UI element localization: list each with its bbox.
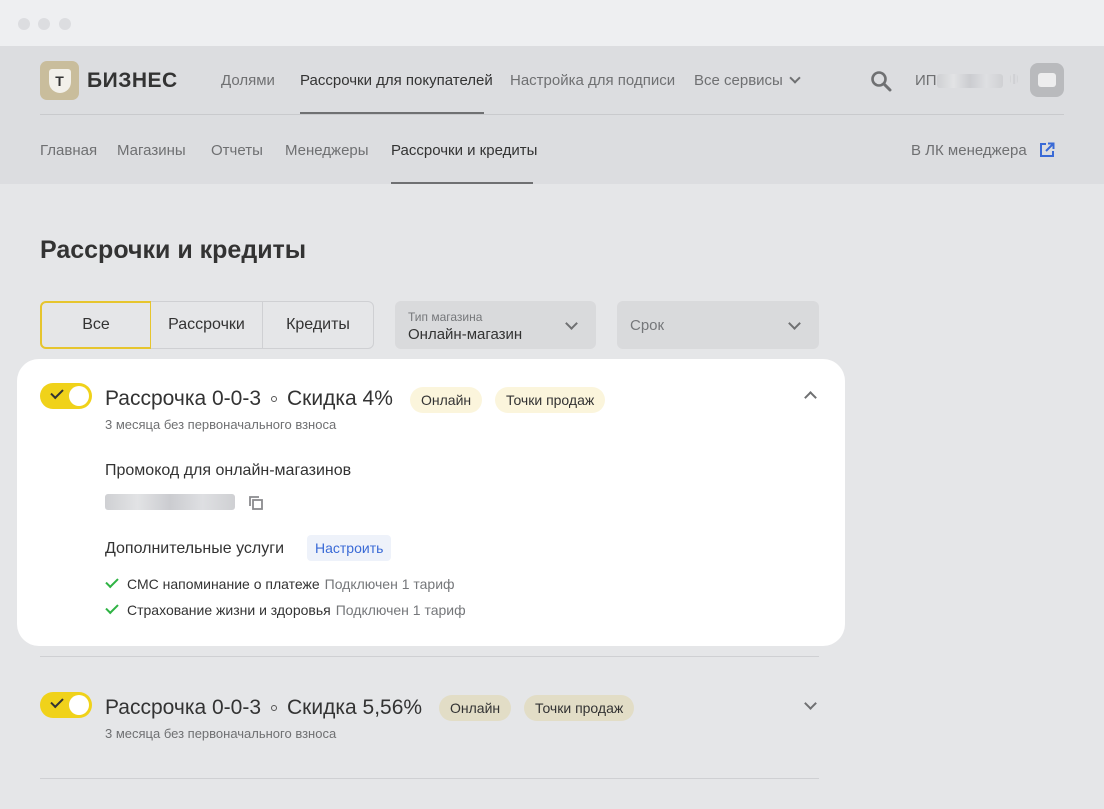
chevron-down-icon (565, 317, 578, 330)
page-title: Рассрочки и кредиты (40, 236, 307, 264)
top-nav-all-services-label: Все сервисы (694, 72, 783, 89)
sub-nav-installments-credits[interactable]: Рассрочки и кредиты (391, 142, 537, 159)
offer-discount: Скидка 4% (287, 387, 393, 410)
segment-all[interactable]: Все (40, 301, 152, 349)
sub-nav-reports[interactable]: Отчеты (211, 142, 263, 159)
toggle-knob (69, 695, 89, 715)
offer-subtitle: 3 месяца без первоначального взноса (105, 417, 337, 432)
check-icon (105, 574, 119, 588)
window-minimize-control[interactable] (38, 18, 50, 30)
window-maximize-control[interactable] (59, 18, 71, 30)
service-status: Подключен 1 тариф (335, 602, 466, 618)
window-close-control[interactable] (18, 18, 30, 30)
store-type-value: Онлайн-магазин (408, 326, 523, 343)
offer-discount: Скидка 5,56% (287, 696, 423, 719)
sub-nav-active-indicator (391, 182, 533, 184)
service-name: СМС напоминание о платеже (127, 576, 320, 592)
search-icon[interactable] (870, 70, 892, 92)
tag-points-of-sale: Точки продаж (524, 695, 635, 721)
promo-code-redacted (105, 494, 235, 510)
promo-heading: Промокод для онлайн-магазинов (105, 462, 352, 479)
chevron-down-icon (789, 72, 801, 84)
tag-online: Онлайн (439, 695, 512, 721)
top-nav-all-services[interactable]: Все сервисы (694, 72, 801, 89)
offer-toggle[interactable] (40, 383, 92, 409)
sub-nav-managers[interactable]: Менеджеры (285, 142, 369, 159)
chevron-down-icon (788, 317, 801, 330)
external-link-icon[interactable] (1039, 142, 1055, 158)
top-nav-signature-setup[interactable]: Настройка для подписи (510, 72, 675, 89)
store-type-select[interactable]: Тип магазина Онлайн-магазин (395, 301, 596, 349)
term-select[interactable]: Срок (617, 301, 819, 349)
offer-title: Рассрочка 0-0-3 Скидка 5,56% (105, 696, 422, 720)
copy-icon[interactable] (249, 496, 263, 510)
service-name: Страхование жизни и здоровья (127, 602, 331, 618)
offer-toggle[interactable] (40, 692, 92, 718)
configure-button[interactable]: Настроить (307, 535, 392, 561)
brand-logo[interactable]: Т БИЗНЕС (40, 61, 178, 100)
window-titlebar (0, 0, 1104, 46)
logo-letter: Т (48, 68, 71, 93)
offer-subtitle: 3 месяца без первоначального взноса (105, 726, 337, 741)
offer-divider (40, 778, 819, 779)
site-header: Т БИЗНЕС Долями Рассрочки для покупателе… (0, 46, 1104, 184)
check-icon (105, 600, 119, 614)
service-status: Подключен 1 тариф (324, 576, 455, 592)
brand-name: БИЗНЕС (87, 68, 178, 92)
offer-name: Рассрочка 0-0-3 (105, 696, 262, 719)
tag-online: Онлайн (410, 387, 483, 413)
tag-points-of-sale: Точки продаж (495, 387, 606, 413)
check-icon (50, 385, 64, 400)
term-placeholder: Срок (630, 317, 665, 334)
sub-nav-home[interactable]: Главная (40, 142, 97, 159)
avatar[interactable] (1030, 63, 1064, 97)
sub-nav-stores[interactable]: Магазины (117, 142, 186, 159)
service-item: СМС напоминание о платеже Подключен 1 та… (105, 574, 455, 592)
account-name-prefix[interactable]: ИП (915, 72, 937, 89)
offer-divider (40, 656, 819, 657)
header-divider (40, 114, 1064, 115)
offer-title: Рассрочка 0-0-3 Скидка 4% (105, 387, 393, 411)
segment-credits[interactable]: Кредиты (262, 301, 374, 349)
manager-cabinet-link[interactable]: В ЛК менеджера (911, 142, 1027, 159)
separator-dot-icon (271, 705, 278, 711)
separator-dot-icon (271, 396, 278, 402)
offer-name: Рассрочка 0-0-3 (105, 387, 262, 410)
check-icon (50, 694, 64, 709)
shield-logo-icon: Т (40, 61, 79, 100)
top-nav-installments-buyers[interactable]: Рассрочки для покупателей (300, 72, 493, 89)
store-type-caption: Тип магазина (408, 310, 483, 324)
services-heading: Дополнительные услуги (105, 540, 285, 557)
top-nav-dolyami[interactable]: Долями (221, 72, 275, 89)
account-name-redacted-tail (1010, 74, 1018, 84)
chevron-down-icon[interactable] (804, 697, 817, 710)
segment-installments[interactable]: Рассрочки (151, 301, 263, 349)
service-item: Страхование жизни и здоровья Подключен 1… (105, 600, 466, 618)
account-name-redacted (937, 74, 1003, 88)
toggle-knob (69, 386, 89, 406)
